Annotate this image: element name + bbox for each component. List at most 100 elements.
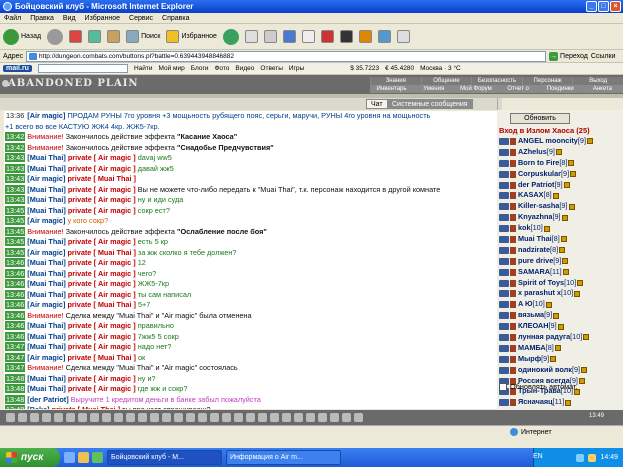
nav-character[interactable]: Персонаж bbox=[521, 77, 573, 85]
tray-icon[interactable] bbox=[576, 453, 585, 462]
private-message-icon[interactable] bbox=[499, 235, 509, 243]
user-info-icon[interactable] bbox=[587, 138, 593, 145]
user-list-item[interactable]: Muai Thai [8] bbox=[499, 234, 619, 245]
message-sender[interactable]: [Muai Thai] bbox=[25, 153, 68, 162]
game-tool-icon[interactable] bbox=[246, 413, 255, 422]
message-sender[interactable]: [Muai Thai] bbox=[25, 374, 68, 383]
user-info-icon[interactable] bbox=[562, 269, 569, 276]
search-button[interactable]: Поиск bbox=[126, 30, 160, 43]
nav-forum[interactable]: Мой Форум bbox=[454, 85, 497, 93]
user-list-item[interactable]: Knyazhna [9] bbox=[499, 212, 619, 223]
game-tool-icon[interactable] bbox=[126, 413, 135, 422]
user-list-item[interactable]: Ясначаяц [11] bbox=[499, 397, 619, 408]
user-info-icon[interactable] bbox=[565, 399, 572, 406]
history-icon[interactable] bbox=[222, 28, 239, 45]
private-tag[interactable]: private [ Muai Thai ] bbox=[67, 353, 138, 362]
menu-file[interactable]: Файл bbox=[4, 15, 21, 22]
user-info-icon[interactable] bbox=[568, 160, 575, 167]
user-name[interactable]: der Patriot bbox=[518, 180, 555, 191]
user-info-icon[interactable] bbox=[581, 367, 588, 374]
folder-quicklaunch-icon[interactable] bbox=[78, 452, 89, 463]
game-tool-icon[interactable] bbox=[354, 413, 363, 422]
game-tool-icon[interactable] bbox=[6, 413, 15, 422]
game-tool-icon[interactable] bbox=[66, 413, 75, 422]
game-tool-icon[interactable] bbox=[138, 413, 147, 422]
game-tool-icon[interactable] bbox=[222, 413, 231, 422]
user-name[interactable]: SAMARA bbox=[518, 267, 550, 278]
message-sender[interactable]: [Muai Thai] bbox=[25, 332, 68, 341]
user-list-item[interactable]: вязьма [9] bbox=[499, 310, 619, 321]
mailru-search-input[interactable] bbox=[37, 64, 128, 73]
game-tool-icon[interactable] bbox=[78, 413, 87, 422]
edit-icon[interactable] bbox=[282, 30, 296, 43]
menu-edit[interactable]: Правка bbox=[30, 15, 54, 22]
message-sender[interactable]: [Air magic] bbox=[25, 353, 67, 362]
user-name[interactable]: Spirit of Toys bbox=[518, 278, 564, 289]
user-name[interactable]: pure drive bbox=[518, 256, 553, 267]
user-name[interactable]: x parashut x bbox=[518, 288, 561, 299]
extra-icon[interactable] bbox=[396, 30, 410, 43]
refresh-icon[interactable] bbox=[88, 30, 102, 43]
game-tool-icon[interactable] bbox=[342, 413, 351, 422]
nav-exit[interactable]: Выход bbox=[572, 77, 623, 85]
game-tool-icon[interactable] bbox=[282, 413, 291, 422]
private-tag[interactable]: private [ Air magic ] bbox=[68, 290, 138, 299]
message-sender[interactable]: [Muai Thai] bbox=[25, 269, 68, 278]
user-info-icon[interactable] bbox=[559, 247, 566, 254]
private-tag[interactable]: private [ Muai Thai ] bbox=[67, 300, 138, 309]
game-tool-icon[interactable] bbox=[318, 413, 327, 422]
message-sender[interactable]: [Muai Thai] bbox=[25, 384, 68, 393]
user-name[interactable]: ANGEL mooncity bbox=[518, 136, 578, 147]
game-tool-icon[interactable] bbox=[198, 413, 207, 422]
window-title-bar[interactable]: Бойцовский клуб - Microsoft Internet Exp… bbox=[0, 0, 623, 13]
user-name[interactable]: Мырф bbox=[518, 354, 541, 365]
private-message-icon[interactable] bbox=[499, 181, 509, 189]
user-list-item[interactable]: der Patriot [9] bbox=[499, 180, 619, 191]
user-info-icon[interactable] bbox=[550, 356, 557, 363]
private-message-icon[interactable] bbox=[499, 268, 509, 276]
user-name[interactable]: Corpuskular bbox=[518, 169, 561, 180]
private-tag[interactable]: private [ Air magic ] bbox=[68, 342, 138, 351]
user-list-item[interactable]: МАМБА [8] bbox=[499, 343, 619, 354]
user-name[interactable]: KASAX bbox=[518, 190, 544, 201]
favorites-button[interactable]: Избранное bbox=[166, 30, 217, 43]
private-tag[interactable]: private [ Air magic ] bbox=[68, 332, 138, 341]
user-name[interactable]: Killer-sasha bbox=[518, 201, 559, 212]
game-tool-icon[interactable] bbox=[162, 413, 171, 422]
user-list-item[interactable]: Мырф [9] bbox=[499, 354, 619, 365]
private-tag[interactable]: private [ Air magic ] bbox=[68, 269, 138, 278]
private-message-icon[interactable] bbox=[499, 344, 509, 352]
mailru-item-blogs[interactable]: Блоги bbox=[191, 65, 209, 72]
user-info-icon[interactable] bbox=[574, 290, 581, 297]
volume-icon[interactable] bbox=[588, 453, 597, 462]
user-list-item[interactable]: ANGEL mooncity [9] bbox=[499, 136, 619, 147]
menu-tools[interactable]: Сервис bbox=[129, 15, 153, 22]
private-message-icon[interactable] bbox=[499, 355, 509, 363]
menu-favorites[interactable]: Избранное bbox=[85, 15, 120, 22]
user-list-item[interactable]: лунная радуга [10] bbox=[499, 332, 619, 343]
message-sender[interactable]: [Air magic] bbox=[25, 300, 67, 309]
auto-refresh-checkbox[interactable] bbox=[499, 382, 507, 391]
user-name[interactable]: AZhelus bbox=[518, 147, 547, 158]
address-input[interactable]: http://dungeon.combats.com/buttons.pl?ba… bbox=[26, 50, 547, 62]
private-message-icon[interactable] bbox=[499, 399, 509, 407]
private-tag[interactable]: private [ Air magic ] bbox=[68, 374, 138, 383]
tab-chat[interactable]: Чат bbox=[366, 99, 388, 109]
message-sender[interactable]: [Muai Thai] bbox=[25, 290, 68, 299]
messenger-icon[interactable] bbox=[339, 30, 353, 43]
private-message-icon[interactable] bbox=[499, 246, 509, 254]
user-name[interactable]: nadzirate bbox=[518, 245, 550, 256]
refresh-button[interactable]: Обновить bbox=[510, 113, 570, 124]
mail-icon[interactable] bbox=[244, 30, 258, 43]
private-message-icon[interactable] bbox=[499, 312, 509, 320]
mailru-item-answers[interactable]: Ответы bbox=[260, 65, 282, 72]
private-message-icon[interactable] bbox=[499, 192, 509, 200]
nav-transfers[interactable]: Отчет о переводах bbox=[496, 85, 539, 100]
user-list-item[interactable]: одинокий волк [9] bbox=[499, 365, 619, 376]
message-sender[interactable]: [Muai Thai] bbox=[25, 321, 68, 330]
user-info-icon[interactable] bbox=[578, 378, 585, 385]
user-name[interactable]: МАМБА bbox=[518, 343, 546, 354]
private-tag[interactable]: private [ Air magic ] bbox=[68, 384, 138, 393]
game-tool-icon[interactable] bbox=[102, 413, 111, 422]
private-message-icon[interactable] bbox=[499, 203, 509, 211]
